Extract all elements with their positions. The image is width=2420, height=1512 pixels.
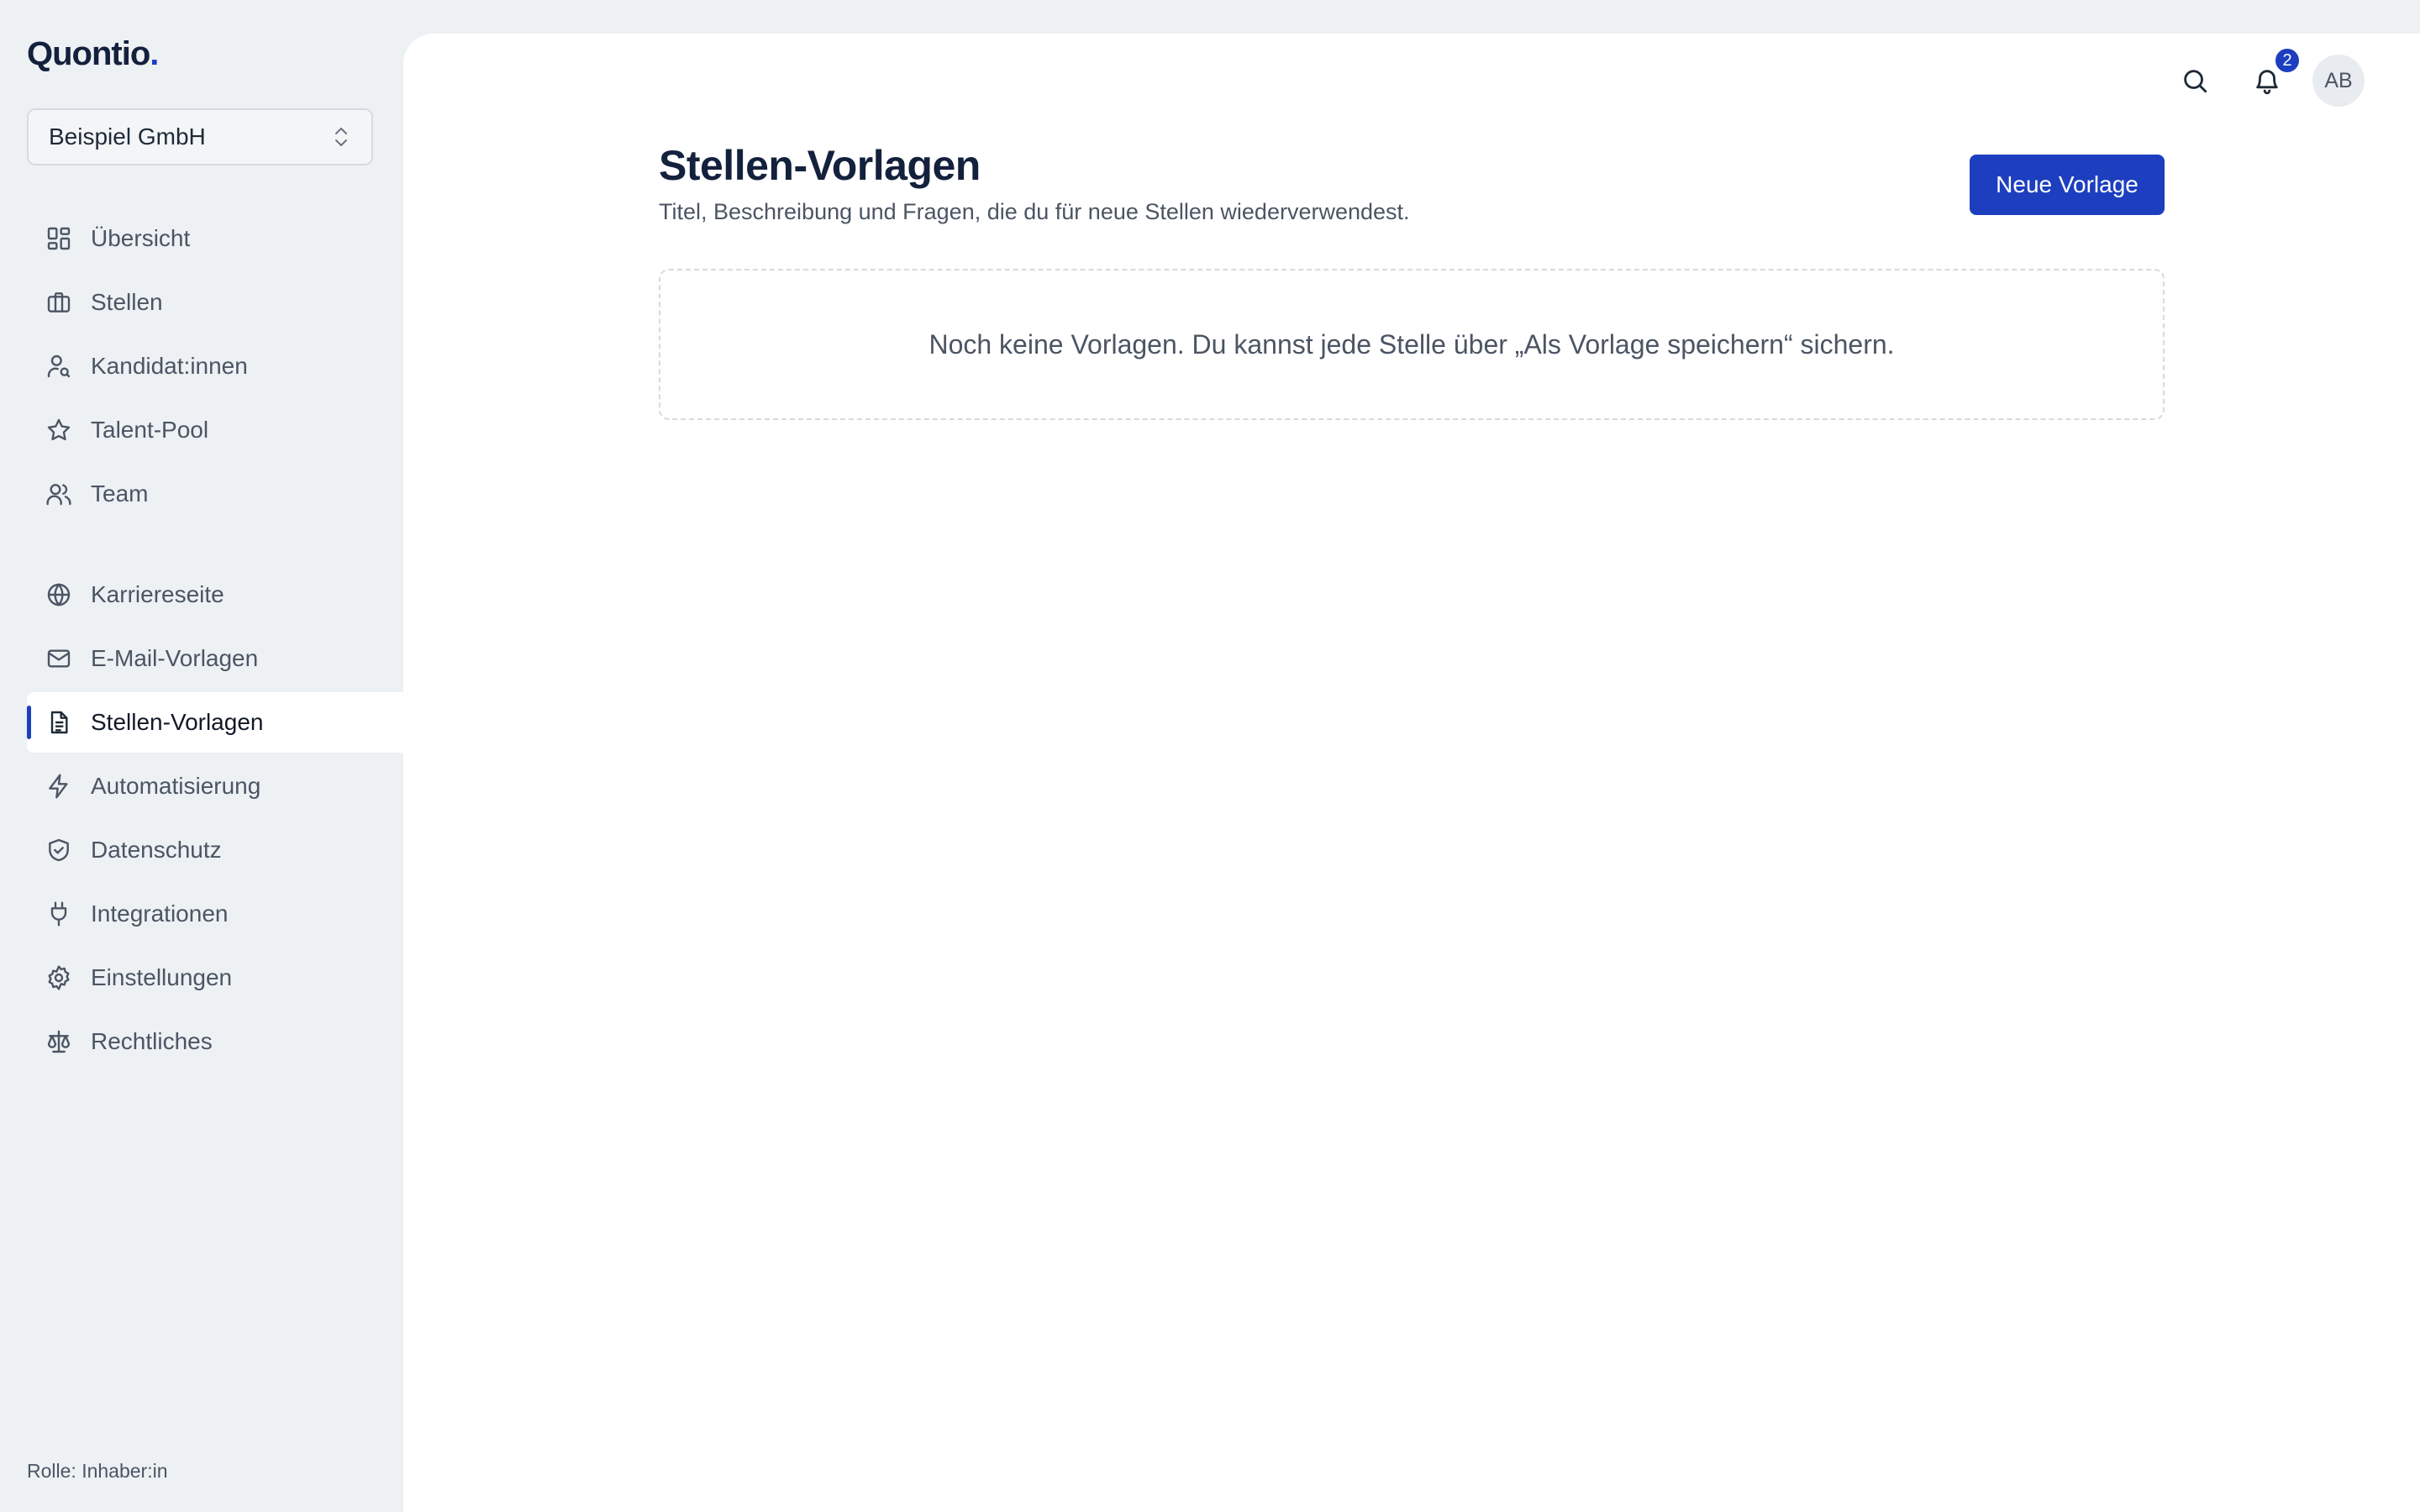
sidebar-item-label: Team [91, 480, 149, 507]
sidebar-item-label: Stellen-Vorlagen [91, 709, 264, 735]
star-icon [47, 418, 71, 441]
globe-icon [47, 583, 71, 606]
sidebar-item-legal[interactable]: Rechtliches [27, 1011, 403, 1072]
sidebar-item-talent-pool[interactable]: Talent-Pool [27, 400, 403, 460]
sidebar-item-candidates[interactable]: Kandidat:innen [27, 336, 403, 396]
sidebar-item-integrations[interactable]: Integrationen [27, 884, 403, 944]
sidebar-item-privacy[interactable]: Datenschutz [27, 820, 403, 880]
sidebar-item-label: Übersicht [91, 225, 191, 251]
main-panel [403, 34, 2420, 1512]
empty-state-message: Noch keine Vorlagen. Du kannst jede Stel… [929, 328, 1895, 360]
sidebar-item-jobs[interactable]: Stellen [27, 272, 403, 333]
sidebar-item-label: Rechtliches [91, 1028, 213, 1054]
sidebar-item-label: E-Mail-Vorlagen [91, 645, 259, 671]
avatar[interactable]: AB [2312, 55, 2365, 107]
sidebar-item-label: Kandidat:innen [91, 353, 248, 379]
sidebar: Quontio. Beispiel GmbH Übersicht Stellen… [0, 0, 403, 1512]
sidebar-item-job-templates[interactable]: Stellen-Vorlagen [27, 692, 403, 753]
app-logo[interactable]: Quontio. [27, 35, 159, 73]
search-icon [2184, 70, 2207, 93]
chevron-up-down-icon [335, 128, 347, 146]
new-template-button[interactable]: Neue Vorlage [1970, 155, 2165, 215]
briefcase-icon [47, 292, 71, 312]
sidebar-item-overview[interactable]: Übersicht [27, 208, 403, 269]
dashboard-icon [47, 227, 71, 250]
lightning-icon [49, 774, 68, 799]
bell-icon [2256, 70, 2278, 95]
mail-icon [47, 649, 71, 668]
organization-name: Beispiel GmbH [49, 123, 206, 150]
sidebar-item-label: Integrationen [91, 900, 229, 927]
document-icon [50, 711, 68, 734]
scale-icon [47, 1030, 71, 1053]
sidebar-item-label: Automatisierung [91, 773, 261, 799]
user-role: Rolle: Inhaber:in [27, 1460, 168, 1482]
sidebar-item-email-templates[interactable]: E-Mail-Vorlagen [27, 628, 403, 689]
sidebar-item-label: Stellen [91, 289, 163, 315]
notification-badge: 2 [2274, 47, 2301, 74]
sidebar-item-label: Talent-Pool [91, 417, 209, 443]
sidebar-item-settings[interactable]: Einstellungen [27, 948, 403, 1008]
sidebar-item-label: Karriereseite [91, 581, 224, 607]
sidebar-item-team[interactable]: Team [27, 464, 403, 524]
sidebar-item-automation[interactable]: Automatisierung [27, 756, 403, 816]
page-title: Stellen-Vorlagen [659, 142, 981, 189]
organization-selector[interactable]: Beispiel GmbH [27, 108, 373, 165]
shield-check-icon [49, 838, 69, 862]
gear-icon [48, 965, 70, 990]
user-search-icon [47, 354, 71, 378]
sidebar-item-label: Einstellungen [91, 964, 233, 990]
plug-icon [50, 901, 67, 927]
sidebar-item-label: Datenschutz [91, 837, 222, 863]
page-subtitle: Titel, Beschreibung und Fragen, die du f… [659, 199, 1410, 224]
empty-state: Noch keine Vorlagen. Du kannst jede Stel… [659, 269, 2165, 420]
search-button[interactable] [2175, 60, 2215, 101]
users-icon [46, 484, 71, 506]
sidebar-item-career-page[interactable]: Karriereseite [27, 564, 403, 625]
